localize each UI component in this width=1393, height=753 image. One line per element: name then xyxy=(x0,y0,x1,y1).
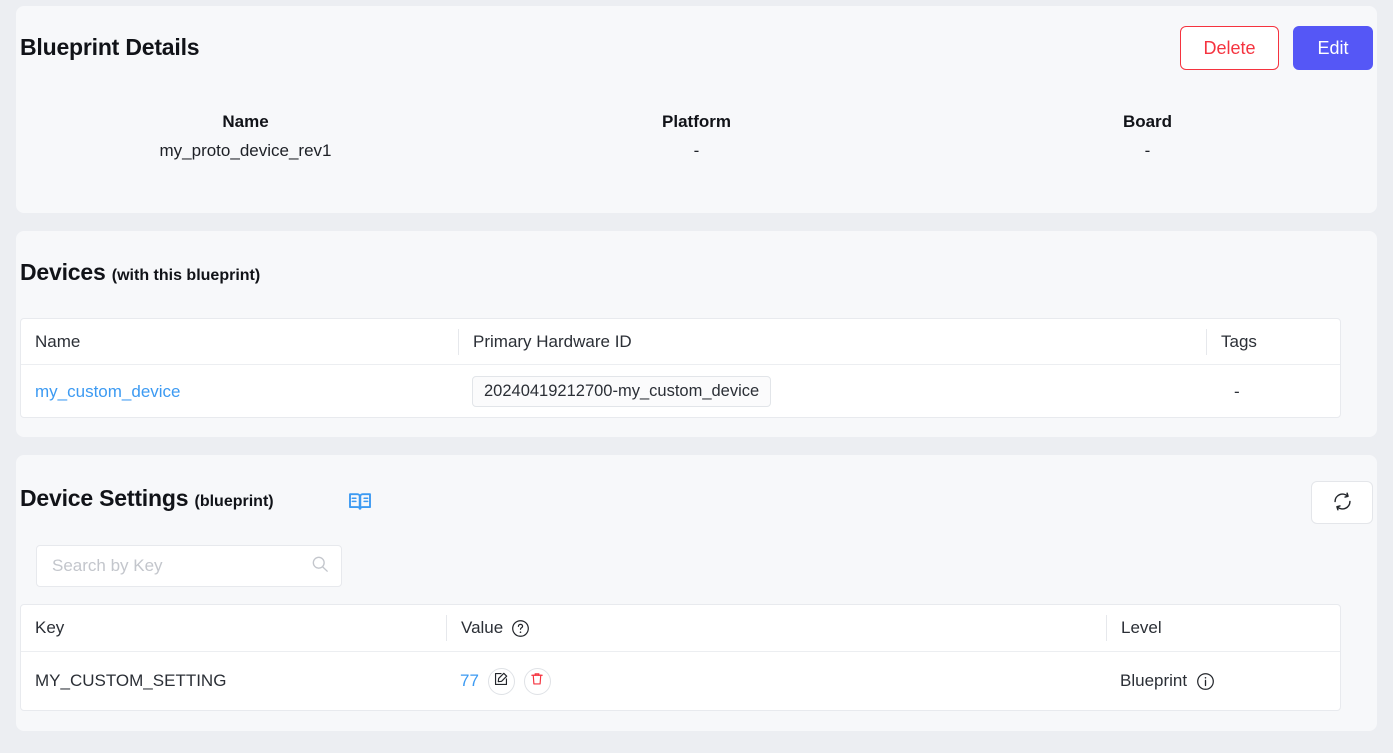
settings-heading-main: Device Settings xyxy=(20,485,188,511)
delete-button[interactable]: Delete xyxy=(1180,26,1279,70)
devices-table-header: Name Primary Hardware ID Tags xyxy=(21,319,1340,365)
search-by-key-box[interactable] xyxy=(36,545,342,587)
setting-value[interactable]: 77 xyxy=(460,671,479,691)
device-settings-heading: Device Settings (blueprint) xyxy=(20,485,274,512)
search-input[interactable] xyxy=(52,556,311,576)
detail-value: - xyxy=(922,141,1373,161)
help-circle-icon[interactable] xyxy=(511,619,530,638)
settings-column-key: Key xyxy=(21,615,446,641)
detail-value: my_proto_device_rev1 xyxy=(20,141,471,161)
hardware-id-pill: 20240419212700-my_custom_device xyxy=(472,376,771,407)
devices-table: Name Primary Hardware ID Tags my_custom_… xyxy=(20,318,1341,418)
detail-field-name: Name my_proto_device_rev1 xyxy=(20,112,471,161)
devices-column-hardware-id: Primary Hardware ID xyxy=(458,329,1206,355)
edit-pencil-icon xyxy=(494,671,508,691)
devices-heading-main: Devices xyxy=(20,259,106,285)
setting-level: Blueprint xyxy=(1120,671,1187,691)
table-row: my_custom_device 20240419212700-my_custo… xyxy=(21,365,1340,418)
device-settings-table: Key Value Level MY_CUSTOM_SETTING 77 xyxy=(20,604,1341,711)
devices-heading-sub: (with this blueprint) xyxy=(112,267,260,284)
settings-column-level: Level xyxy=(1106,615,1340,641)
info-circle-icon[interactable] xyxy=(1196,672,1215,691)
search-icon xyxy=(311,555,329,578)
edit-setting-button[interactable] xyxy=(488,668,515,695)
settings-table-header: Key Value Level xyxy=(21,605,1340,652)
device-name-link[interactable]: my_custom_device xyxy=(35,382,181,402)
detail-value: - xyxy=(471,141,922,161)
open-book-icon[interactable] xyxy=(349,492,371,516)
refresh-button[interactable] xyxy=(1311,481,1373,524)
detail-label: Board xyxy=(922,112,1373,132)
edit-button[interactable]: Edit xyxy=(1293,26,1373,70)
detail-label: Name xyxy=(20,112,471,132)
trash-icon xyxy=(530,671,544,691)
devices-column-name: Name xyxy=(21,329,458,355)
device-tags-value: - xyxy=(1220,382,1240,402)
delete-setting-button[interactable] xyxy=(524,668,551,695)
blueprint-details-card xyxy=(16,6,1377,213)
detail-field-platform: Platform - xyxy=(471,112,922,161)
blueprint-details-grid: Name my_proto_device_rev1 Platform - Boa… xyxy=(20,112,1373,161)
details-action-buttons: Delete Edit xyxy=(1180,26,1373,70)
blueprint-detail-page: Blueprint Details Delete Edit Name my_pr… xyxy=(0,0,1393,753)
refresh-icon xyxy=(1332,491,1353,515)
settings-column-value-label: Value xyxy=(461,618,503,638)
settings-column-value: Value xyxy=(446,615,1106,641)
detail-field-board: Board - xyxy=(922,112,1373,161)
setting-key: MY_CUSTOM_SETTING xyxy=(35,671,226,691)
settings-heading-sub: (blueprint) xyxy=(195,493,274,510)
table-row: MY_CUSTOM_SETTING 77 xyxy=(21,652,1340,710)
devices-heading: Devices (with this blueprint) xyxy=(20,259,260,286)
detail-label: Platform xyxy=(471,112,922,132)
page-title: Blueprint Details xyxy=(20,34,199,61)
devices-column-tags: Tags xyxy=(1206,329,1340,355)
